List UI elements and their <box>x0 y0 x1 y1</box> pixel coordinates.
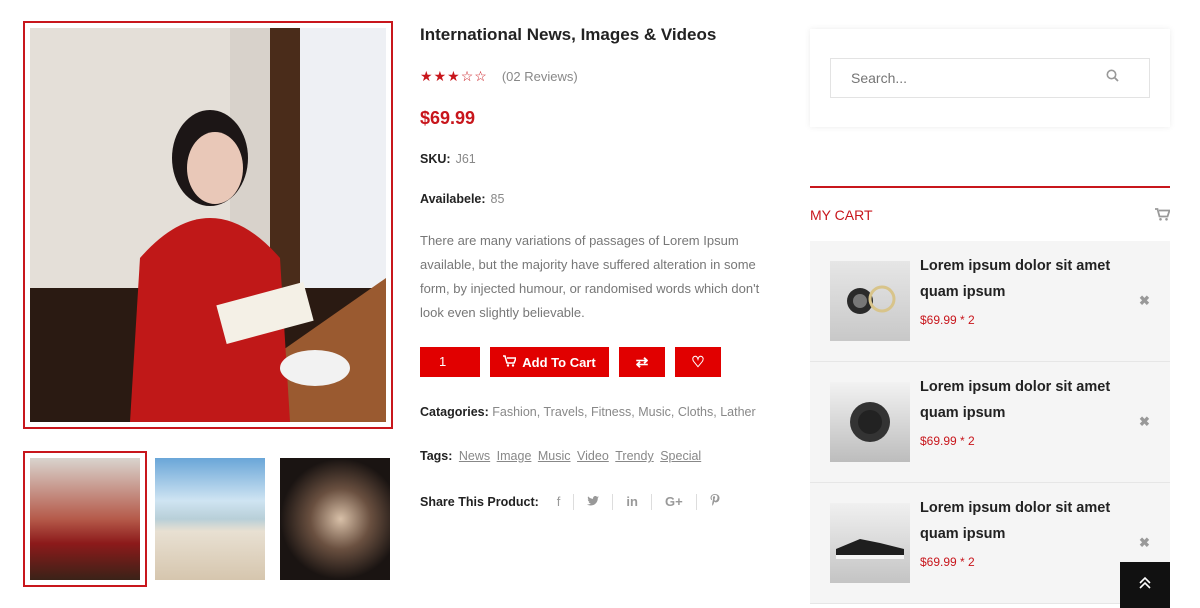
tag-link[interactable]: Trendy <box>615 449 653 463</box>
add-to-cart-label: Add To Cart <box>522 354 596 370</box>
product-photo-woman-reading <box>30 28 386 422</box>
thumbnail-1[interactable] <box>23 451 147 587</box>
double-chevron-up-icon <box>1138 576 1152 595</box>
thumbnail-2[interactable] <box>155 458 265 580</box>
cart-item: Lorem ipsum dolor sit amet quam ipsum $6… <box>810 362 1170 483</box>
share-row: Share This Product: f in G+ <box>420 494 733 510</box>
facebook-icon[interactable]: f <box>544 494 575 510</box>
cart-divider <box>810 186 1170 188</box>
tag-link[interactable]: Video <box>577 449 609 463</box>
category-link[interactable]: Lather <box>720 405 755 419</box>
tags-row: Tags: News Image Music Video Trendy Spec… <box>420 449 701 463</box>
search-widget <box>810 29 1170 127</box>
share-label: Share This Product: <box>420 495 539 509</box>
tags-label: Tags: <box>420 449 453 463</box>
heart-icon: ♡ <box>691 354 705 371</box>
cart-item-price: $69.99 * 2 <box>920 555 975 569</box>
back-to-top-button[interactable] <box>1120 562 1170 608</box>
availability-row: Availabele: 85 <box>420 192 504 206</box>
availability-label: Availabele: <box>420 192 486 206</box>
categories-row: Catagories: Fashion, Travels, Fitness, M… <box>420 405 756 419</box>
thumbnail-3[interactable] <box>280 458 390 580</box>
cart-item-name[interactable]: Lorem ipsum dolor sit amet quam ipsum <box>920 495 1130 547</box>
pinterest-icon[interactable] <box>697 494 733 510</box>
tag-link[interactable]: News <box>459 449 490 463</box>
star-empty-icon: ☆ <box>460 68 475 84</box>
star-filled-icon: ★ <box>447 68 461 84</box>
thumbnail-child <box>280 458 390 580</box>
product-price: $69.99 <box>420 108 476 128</box>
product-actions: 1 Add To Cart ⇄ ♡ <box>420 347 721 377</box>
cart-item-price: $69.99 * 2 <box>920 434 975 448</box>
compare-arrows-icon: ⇄ <box>635 354 649 371</box>
cart-item-name[interactable]: Lorem ipsum dolor sit amet quam ipsum <box>920 253 1130 305</box>
cart-item-image-sneaker[interactable] <box>830 503 910 583</box>
cart-item-price: $69.99 * 2 <box>920 313 975 327</box>
categories-label: Catagories: <box>420 405 489 419</box>
category-link[interactable]: Music <box>638 405 671 419</box>
search-input[interactable] <box>830 58 1150 98</box>
product-details: International News, Images & Videos ★★★☆… <box>420 24 780 510</box>
google-plus-icon[interactable]: G+ <box>652 494 697 510</box>
reviews-link[interactable]: (02 Reviews) <box>502 69 578 84</box>
product-rating: ★★★☆☆ (02 Reviews) <box>420 68 578 85</box>
sku-value: J61 <box>455 152 476 166</box>
cart-item-name[interactable]: Lorem ipsum dolor sit amet quam ipsum <box>920 374 1130 426</box>
rating-stars: ★★★☆☆ <box>420 68 488 85</box>
tag-link[interactable]: Special <box>660 449 701 463</box>
product-description: There are many variations of passages of… <box>420 233 760 320</box>
category-link[interactable]: Fitness <box>591 405 631 419</box>
cart-item-image-lens[interactable] <box>830 261 910 341</box>
add-to-cart-button[interactable]: Add To Cart <box>490 347 609 377</box>
availability-value: 85 <box>490 192 505 206</box>
tag-link[interactable]: Music <box>538 449 571 463</box>
star-empty-icon: ☆ <box>474 68 488 84</box>
quantity-input[interactable]: 1 <box>420 347 480 377</box>
remove-item-icon[interactable]: ✖ <box>1139 293 1150 309</box>
shopping-cart-icon[interactable] <box>1155 208 1171 224</box>
cart-item: Lorem ipsum dolor sit amet quam ipsum $6… <box>810 241 1170 362</box>
remove-item-icon[interactable]: ✖ <box>1139 414 1150 430</box>
product-title: International News, Images & Videos <box>420 25 717 44</box>
compare-button[interactable]: ⇄ <box>619 347 665 377</box>
thumbnail-woman-reading <box>30 458 140 580</box>
cart-list: Lorem ipsum dolor sit amet quam ipsum $6… <box>810 241 1170 604</box>
main-product-image[interactable] <box>23 21 393 429</box>
category-link[interactable]: Fashion <box>492 405 536 419</box>
search-icon[interactable] <box>1106 69 1119 85</box>
twitter-icon[interactable] <box>574 494 614 510</box>
sku-label: SKU: <box>420 152 451 166</box>
category-link[interactable]: Cloths <box>678 405 713 419</box>
sku-row: SKU: J61 <box>420 152 476 166</box>
remove-item-icon[interactable]: ✖ <box>1139 535 1150 551</box>
wishlist-button[interactable]: ♡ <box>675 347 721 377</box>
cart-item-image-hat[interactable] <box>830 382 910 462</box>
thumbnail-beach <box>155 458 265 580</box>
category-link[interactable]: Travels <box>543 405 584 419</box>
cart-item: Lorem ipsum dolor sit amet quam ipsum $6… <box>810 483 1170 604</box>
cart-icon <box>503 354 518 370</box>
cart-title: MY CART <box>810 207 873 223</box>
linkedin-icon[interactable]: in <box>613 494 652 510</box>
tag-link[interactable]: Image <box>497 449 532 463</box>
star-filled-icon: ★ <box>420 68 434 84</box>
star-filled-icon: ★ <box>433 68 448 84</box>
